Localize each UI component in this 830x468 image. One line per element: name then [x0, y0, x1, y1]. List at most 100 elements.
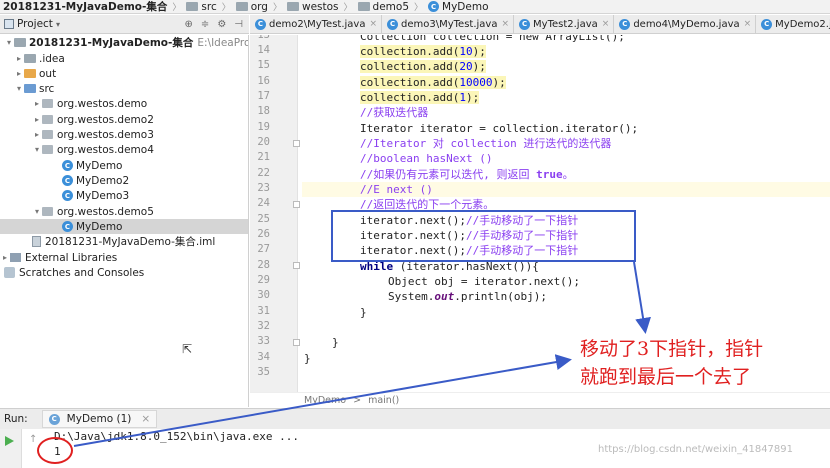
- code-token: collection.add(10);: [360, 45, 486, 58]
- close-icon[interactable]: ×: [744, 19, 752, 29]
- collapse-arrow-icon[interactable]: ▸: [32, 130, 42, 139]
- line-number: 20: [257, 136, 270, 148]
- project-view-selector[interactable]: Project ▾: [4, 18, 60, 30]
- tab-mytest2[interactable]: C MyTest2.java ×: [514, 15, 615, 33]
- breadcrumb-org-label: org: [250, 0, 268, 13]
- line-number: 23: [257, 182, 270, 194]
- tree-item-class[interactable]: C MyDemo3: [62, 188, 129, 203]
- fold-marker-icon[interactable]: [293, 339, 300, 346]
- code-token: collection.add(20);: [360, 60, 486, 73]
- tab-demo3-mytest[interactable]: C demo3\MyTest.java ×: [382, 15, 515, 33]
- code-line: collection.add(10);: [302, 44, 830, 59]
- dropdown-arrow-icon: ▾: [55, 19, 60, 29]
- tree-item-label: 20181231-MyJavaDemo-集合: [29, 37, 194, 49]
- breadcrumb-westos[interactable]: westos: [284, 1, 342, 13]
- expand-arrow-icon[interactable]: ▾: [14, 84, 24, 93]
- class-icon: C: [519, 18, 531, 30]
- locate-icon[interactable]: ⊕: [185, 19, 193, 30]
- breadcrumb-demo5[interactable]: demo5: [355, 1, 412, 13]
- annotation-text: 移动了3下指针，指针 就跑到最后一个去了: [580, 335, 830, 391]
- tree-item-src[interactable]: ▾ src: [14, 81, 54, 96]
- tree-item-external-libraries[interactable]: ▸ External Libraries: [0, 250, 117, 265]
- run-toolbar: [0, 429, 22, 468]
- tree-item-package[interactable]: ▸ org.westos.demo3: [32, 127, 154, 142]
- line-number: 35: [257, 366, 270, 378]
- code-line: Iterator iterator = collection.iterator(…: [360, 122, 639, 135]
- breadcrumb-class[interactable]: MyDemo: [304, 395, 346, 406]
- expand-arrow-icon[interactable]: ▾: [32, 207, 42, 216]
- breadcrumb-westos-label: westos: [302, 0, 339, 13]
- run-label: Run:: [4, 413, 28, 425]
- tree-item-class-selected[interactable]: C MyDemo: [0, 219, 248, 234]
- tab-demo4-mydemo[interactable]: C demo4\MyDemo.java ×: [614, 15, 757, 33]
- breadcrumb-project[interactable]: 20181231-MyJavaDemo-集合: [0, 0, 170, 13]
- tab-demo2-mytest[interactable]: C demo2\MyTest.java ×: [250, 15, 383, 33]
- tab-label: demo4\MyDemo.java: [633, 18, 740, 30]
- project-icon: [4, 19, 14, 29]
- chevron-right-icon: 〉: [414, 3, 424, 13]
- tree-item-class[interactable]: C MyDemo2: [62, 173, 129, 188]
- line-number: 19: [257, 121, 270, 133]
- folder-icon: [287, 2, 299, 11]
- tree-item-package[interactable]: ▾ org.westos.demo4: [32, 142, 154, 157]
- tree-item-idea[interactable]: ▸ .idea: [14, 51, 65, 66]
- tree-item-label: out: [39, 67, 57, 80]
- tree-item-label: External Libraries: [25, 251, 118, 264]
- tree-item-label: MyDemo: [76, 159, 123, 172]
- chevron-right-icon: 〉: [272, 3, 282, 13]
- tree-item-out[interactable]: ▸ out: [14, 66, 56, 81]
- fold-marker-icon[interactable]: [293, 262, 300, 269]
- line-number-gutter: 13 14 15 16 17 18 19 20 21 22 23 24 25 2…: [250, 35, 300, 392]
- class-icon: C: [62, 175, 73, 186]
- breadcrumb-file[interactable]: C MyDemo: [425, 1, 491, 13]
- annotation-line: 移动了3下指针，指针: [580, 338, 764, 360]
- code-line: collection.add(1);: [302, 90, 830, 105]
- run-tab[interactable]: C MyDemo (1) ×: [41, 410, 158, 428]
- tab-label: demo2\MyTest.java: [269, 18, 366, 30]
- collapse-arrow-icon[interactable]: ▸: [32, 99, 42, 108]
- collapse-arrow-icon[interactable]: ▸: [14, 54, 24, 63]
- editor-tabs: C demo2\MyTest.java × C demo3\MyTest.jav…: [250, 15, 830, 34]
- tree-item-package[interactable]: ▸ org.westos.demo2: [32, 112, 154, 127]
- fold-marker-icon[interactable]: [293, 140, 300, 147]
- chevron-right-icon: 〉: [343, 3, 353, 13]
- breadcrumb-method[interactable]: main(): [368, 395, 399, 406]
- hide-icon[interactable]: ⊣: [234, 19, 243, 30]
- close-icon[interactable]: ×: [501, 19, 509, 29]
- tree-item-package[interactable]: ▸ org.westos.demo: [32, 96, 147, 111]
- tree-item-label: 20181231-MyJavaDemo-集合.iml: [45, 236, 216, 248]
- scratches-icon: [4, 267, 15, 278]
- collapse-arrow-icon[interactable]: ▸: [14, 69, 24, 78]
- collapse-icon[interactable]: ≑: [201, 19, 209, 30]
- tree-item-class[interactable]: C MyDemo: [62, 158, 122, 173]
- close-icon[interactable]: ×: [141, 413, 150, 425]
- close-icon[interactable]: ×: [602, 19, 610, 29]
- line-number: 13: [257, 35, 270, 41]
- collapse-arrow-icon[interactable]: ▸: [32, 115, 42, 124]
- line-number: 15: [257, 59, 270, 71]
- tree-item-package[interactable]: ▾ org.westos.demo5: [32, 204, 154, 219]
- project-panel-header: Project ▾ ⊕ ≑ ⚙ ⊣: [0, 15, 249, 34]
- breadcrumb-src[interactable]: src: [183, 1, 219, 13]
- annotation-highlight-box: [331, 210, 636, 262]
- scroll-up-icon[interactable]: ↑: [29, 434, 37, 445]
- tree-item-iml[interactable]: 20181231-MyJavaDemo-集合.iml: [32, 234, 215, 249]
- rerun-icon[interactable]: [5, 436, 14, 446]
- tree-item-project-root[interactable]: ▾ 20181231-MyJavaDemo-集合 E:\IdeaProjects…: [4, 35, 248, 50]
- breadcrumb-org[interactable]: org: [233, 1, 271, 13]
- class-icon: C: [62, 160, 73, 171]
- tree-item-label: MyDemo2: [76, 174, 130, 187]
- close-icon[interactable]: ×: [369, 19, 377, 29]
- tree-item-scratches[interactable]: Scratches and Consoles: [4, 265, 144, 280]
- class-icon: C: [619, 18, 631, 30]
- tree-item-label: org.westos.demo5: [57, 205, 154, 218]
- fold-marker-icon[interactable]: [293, 201, 300, 208]
- code-comment: //如果仍有元素可以迭代, 则返回 true。: [360, 168, 574, 181]
- tab-mydemo2[interactable]: C MyDemo2.java ×: [756, 15, 830, 33]
- line-number: 32: [257, 320, 270, 332]
- expand-arrow-icon[interactable]: ▾: [32, 145, 42, 154]
- collapse-arrow-icon[interactable]: ▸: [0, 253, 10, 262]
- gear-icon[interactable]: ⚙: [217, 19, 226, 30]
- expand-arrow-icon[interactable]: ▾: [4, 38, 14, 47]
- code-structure-breadcrumb: MyDemo > main(): [250, 392, 830, 407]
